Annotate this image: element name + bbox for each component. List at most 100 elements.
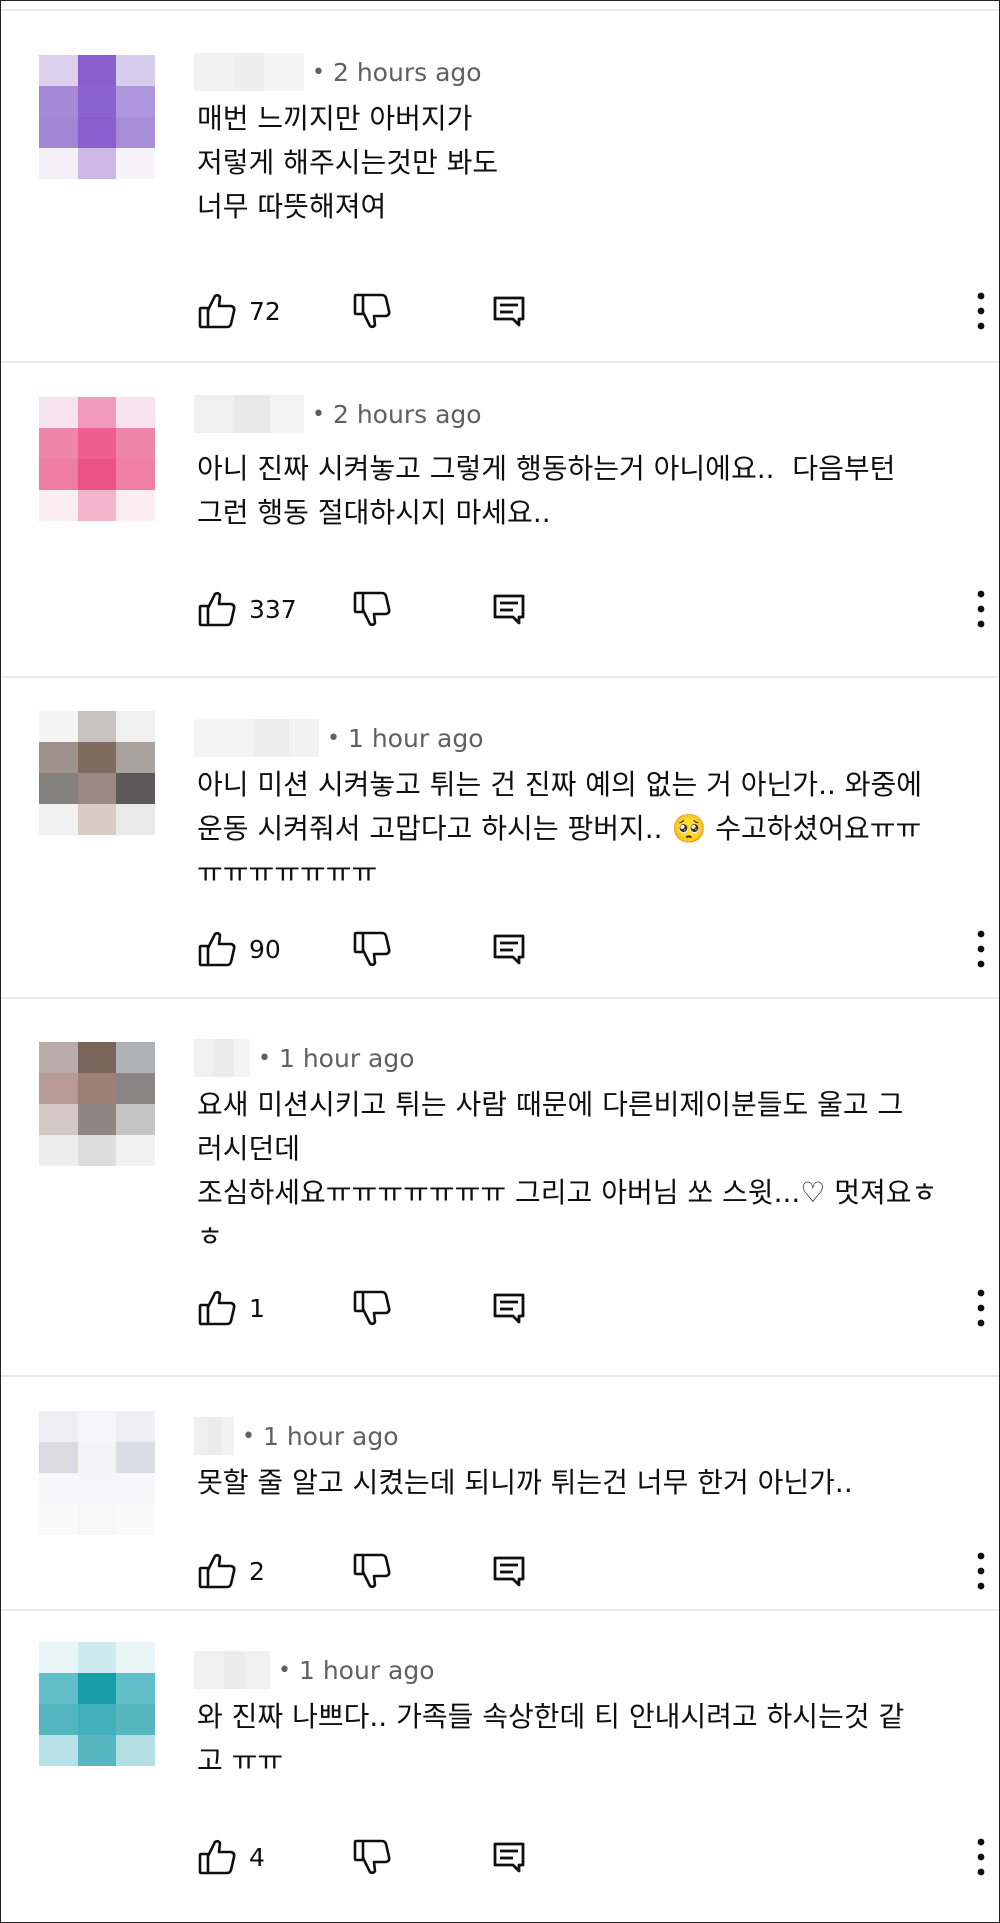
- like-button[interactable]: 1: [197, 1283, 265, 1333]
- more-options-button[interactable]: [971, 290, 991, 332]
- comment-actions: 4: [197, 1832, 997, 1882]
- username-blurred[interactable]: [194, 719, 319, 757]
- comment-meta: • 1 hour ago: [194, 719, 484, 757]
- avatar-pixel: [77, 428, 117, 459]
- avatar[interactable]: [39, 711, 155, 835]
- avatar-pixel: [77, 1673, 117, 1704]
- avatar-pixel: [77, 804, 117, 835]
- dislike-button[interactable]: [352, 1283, 392, 1333]
- avatar-pixel: [39, 1704, 78, 1735]
- like-button[interactable]: 90: [197, 924, 281, 974]
- dislike-button[interactable]: [352, 1832, 392, 1882]
- comment-actions: 72: [197, 286, 997, 336]
- avatar[interactable]: [39, 1642, 155, 1766]
- thumbs-up-icon: [197, 1551, 237, 1591]
- avatar-pixel: [39, 773, 78, 804]
- avatar-pixel: [39, 117, 78, 148]
- comment-meta: • 2 hours ago: [194, 53, 482, 91]
- reply-button[interactable]: [489, 286, 529, 336]
- comment-time[interactable]: 1 hour ago: [299, 1656, 435, 1685]
- thumbs-up-icon: [197, 1837, 237, 1877]
- dislike-button[interactable]: [352, 286, 392, 336]
- more-vertical-icon: [971, 1552, 991, 1596]
- username-blurred[interactable]: [194, 1651, 270, 1689]
- avatar-pixel: [116, 148, 155, 179]
- comment-time[interactable]: 2 hours ago: [333, 58, 482, 87]
- comment-time[interactable]: 2 hours ago: [333, 400, 482, 429]
- comment-divider: [1, 676, 999, 678]
- like-button[interactable]: 72: [197, 286, 281, 336]
- dislike-button[interactable]: [352, 1546, 392, 1596]
- more-vertical-icon: [971, 930, 991, 974]
- avatar-pixel: [116, 55, 155, 86]
- more-options-button[interactable]: [971, 928, 991, 970]
- more-options-button[interactable]: [971, 1550, 991, 1592]
- avatar[interactable]: [39, 55, 155, 179]
- comment-time[interactable]: 1 hour ago: [348, 724, 484, 753]
- comment-time[interactable]: 1 hour ago: [279, 1044, 415, 1073]
- meta-separator: •: [278, 1657, 291, 1683]
- meta-separator: •: [312, 59, 325, 85]
- avatar-pixel: [77, 459, 117, 490]
- avatar-pixel: [39, 86, 78, 117]
- comment-text: 와 진짜 나쁘다.. 가족들 속상한데 티 안내시려고 하시는것 같 고 ㅠㅠ: [197, 1700, 905, 1777]
- reply-comment-icon: [489, 589, 529, 629]
- thumbs-up-icon: [197, 929, 237, 969]
- avatar-pixel: [39, 1104, 78, 1135]
- avatar[interactable]: [39, 1411, 155, 1535]
- avatar-pixel: [116, 1135, 155, 1166]
- like-count: 90: [249, 934, 281, 964]
- avatar-pixel: [39, 1042, 78, 1073]
- comment-time[interactable]: 1 hour ago: [263, 1422, 399, 1451]
- avatar-pixel: [116, 117, 155, 148]
- more-options-button[interactable]: [971, 1836, 991, 1878]
- like-button[interactable]: 4: [197, 1832, 265, 1882]
- comments-panel: • 2 hours ago 매번 느끼지만 아버지가 저렇게 해주시는것만 봐도 너…: [0, 0, 1000, 1923]
- avatar-pixel: [39, 711, 78, 742]
- reply-button[interactable]: [489, 584, 529, 634]
- more-vertical-icon: [971, 1289, 991, 1333]
- avatar-pixel: [116, 459, 155, 490]
- comment-divider: [1, 997, 999, 999]
- avatar-pixel: [77, 1473, 117, 1504]
- avatar-pixel: [116, 490, 155, 521]
- username-blurred[interactable]: [194, 395, 304, 433]
- avatar-pixel: [39, 804, 78, 835]
- avatar-pixel: [77, 1642, 117, 1673]
- reply-comment-icon: [489, 929, 529, 969]
- thumbs-up-icon: [197, 589, 237, 629]
- reply-button[interactable]: [489, 924, 529, 974]
- avatar-pixel: [116, 711, 155, 742]
- avatar-pixel: [116, 428, 155, 459]
- username-blurred[interactable]: [194, 53, 304, 91]
- comment-text: 못할 줄 알고 시켰는데 되니까 튀는건 너무 한거 아닌가..: [197, 1466, 853, 1499]
- more-vertical-icon: [971, 590, 991, 634]
- comment-actions: 1: [197, 1283, 997, 1333]
- avatar-pixel: [39, 55, 78, 86]
- username-blurred[interactable]: [194, 1039, 250, 1077]
- comment-text: 매번 느끼지만 아버지가 저렇게 해주시는것만 봐도 너무 따뜻해져여: [197, 102, 499, 223]
- reply-button[interactable]: [489, 1283, 529, 1333]
- avatar-pixel: [77, 1704, 117, 1735]
- dislike-button[interactable]: [352, 924, 392, 974]
- username-blurred[interactable]: [194, 1417, 234, 1455]
- top-divider: [1, 9, 999, 11]
- like-button[interactable]: 2: [197, 1546, 265, 1596]
- avatar-pixel: [77, 742, 117, 773]
- more-options-button[interactable]: [971, 1287, 991, 1329]
- avatar-pixel: [116, 1104, 155, 1135]
- avatar-pixel: [116, 1735, 155, 1766]
- avatar-pixel: [116, 742, 155, 773]
- avatar-pixel: [77, 1104, 117, 1135]
- avatar-pixel: [39, 1073, 78, 1104]
- like-button[interactable]: 337: [197, 584, 297, 634]
- reply-button[interactable]: [489, 1832, 529, 1882]
- avatar[interactable]: [39, 1042, 155, 1166]
- avatar[interactable]: [39, 397, 155, 521]
- avatar-pixel: [116, 773, 155, 804]
- avatar-pixel: [116, 1673, 155, 1704]
- dislike-button[interactable]: [352, 584, 392, 634]
- meta-separator: •: [312, 401, 325, 427]
- more-options-button[interactable]: [971, 588, 991, 630]
- reply-button[interactable]: [489, 1546, 529, 1596]
